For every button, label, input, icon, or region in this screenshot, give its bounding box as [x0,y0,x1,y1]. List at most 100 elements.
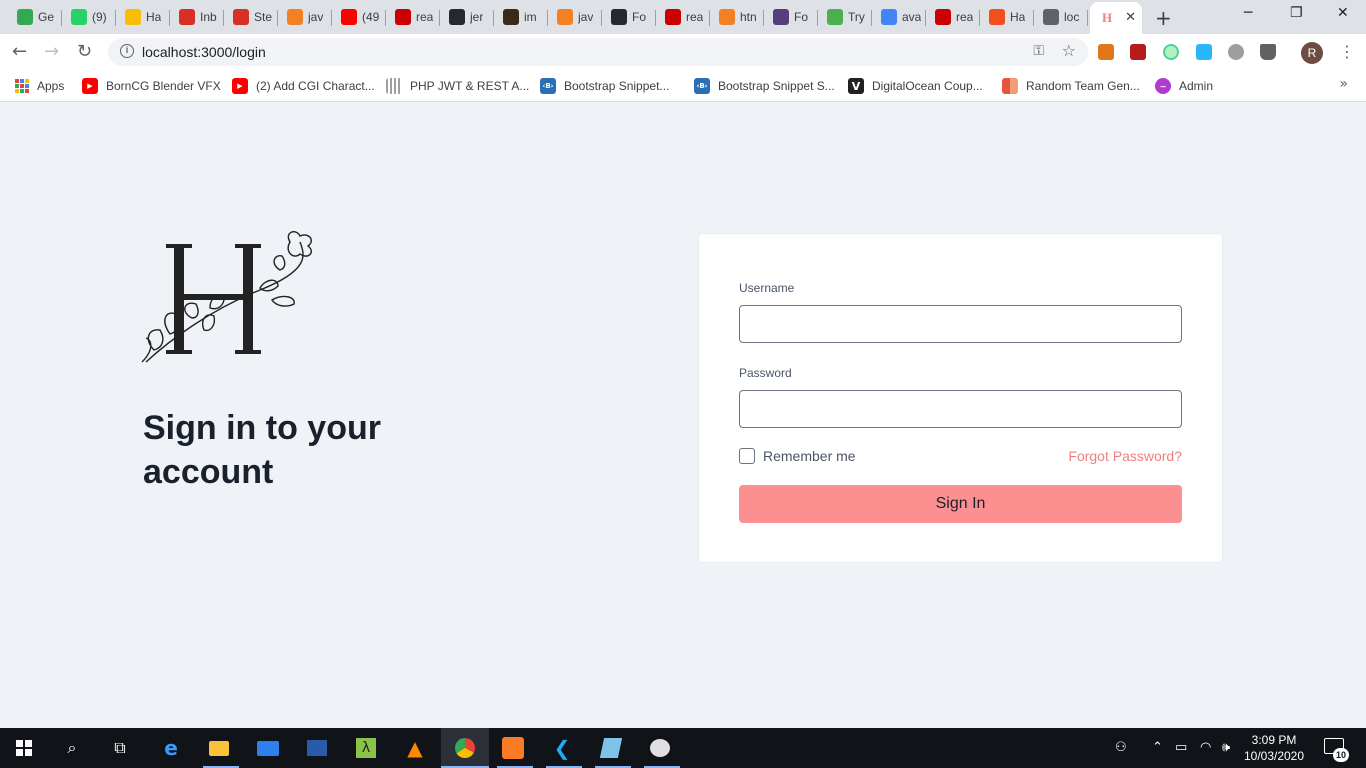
show-hidden-icons-chevron-icon[interactable]: ⌃ [1152,740,1163,755]
password-key-icon[interactable]: ⚿ [1033,43,1044,59]
browser-tab[interactable]: Ge [8,4,62,30]
metamask-extension-icon[interactable] [1098,44,1114,60]
npm-icon [665,9,681,25]
bookmark-label: BornCG Blender VFX [106,79,221,93]
vlc-icon[interactable]: ▲ [403,736,427,760]
chrome-icon[interactable] [453,736,477,760]
bookmarks-bar: Apps ▶ BornCG Blender VFX ▶ (2) Add CGI … [0,70,1366,102]
vscode-icon[interactable]: ❮ [550,736,574,760]
volume-icon[interactable]: 🕪 [1222,740,1230,755]
stackoverflow-icon [287,9,303,25]
tab-title: im [524,10,537,24]
remember-me-label[interactable]: Remember me [763,448,856,464]
bookmark-add-cgi[interactable]: ▶ (2) Add CGI Charact... [232,77,375,95]
mail-icon[interactable] [256,736,280,760]
address-bar-url[interactable]: localhost:3000/login [142,44,266,60]
browser-tab[interactable]: jav [278,4,332,30]
system-clock[interactable]: 3:09 PM 10/03/2020 [1240,732,1308,764]
browser-tab[interactable]: htn [710,4,764,30]
bookmark-bootstrap-snippet-1[interactable]: ‹B› Bootstrap Snippet... [540,77,669,95]
bookmark-admin[interactable]: ∼ Admin [1155,77,1213,95]
tab-title: Try [848,10,865,24]
close-window-icon[interactable]: ✕ [1337,5,1349,21]
browser-tab[interactable]: Ha [980,4,1034,30]
reload-icon[interactable]: ↻ [77,41,92,62]
bootstrap-snippet-icon: ‹B› [540,78,556,94]
windows-start-icon[interactable] [16,740,32,756]
bookmark-random-team[interactable]: Random Team Gen... [1002,77,1140,95]
page-title: Sign in to your account [143,409,381,491]
lambda-app-icon[interactable]: λ [354,736,378,760]
browser-tab[interactable]: jav [548,4,602,30]
login-page: Sign in to your account Username Passwor… [0,102,1366,728]
address-bar[interactable]: i localhost:3000/login ⚿ ☆ [108,38,1088,66]
bookmark-digitalocean[interactable]: V DigitalOcean Coup... [848,77,983,95]
restore-window-icon[interactable]: ❐ [1290,5,1303,21]
username-input[interactable] [739,305,1182,343]
battery-icon[interactable]: ▭ [1175,740,1187,755]
browser-menu-icon[interactable]: ⋮ [1339,42,1355,61]
github-icon [611,9,627,25]
youtube-icon: ▶ [232,78,248,94]
youtube-icon: ▶ [82,78,98,94]
notepad-icon[interactable] [599,736,623,760]
bookmark-label: Bootstrap Snippet... [564,79,670,93]
browser-tab[interactable]: Ha [116,4,170,30]
xampp-icon[interactable] [501,736,525,760]
tab-active-login[interactable]: H ✕ [1090,2,1142,34]
h-floral-logo-icon [141,231,312,363]
browser-toolbar: ← → ↻ i localhost:3000/login ⚿ ☆ R ⋮ [0,34,1366,70]
browser-tab[interactable]: Inb [170,4,224,30]
browser-tab[interactable]: im [494,4,548,30]
tab-title: rea [416,10,434,24]
random-team-icon [1002,78,1018,94]
bookmark-label: Bootstrap Snippet S... [718,79,835,93]
shield-extension-icon[interactable] [1228,44,1244,60]
bookmark-star-icon[interactable]: ☆ [1062,41,1076,60]
wifi-icon[interactable]: ◠ [1200,740,1211,755]
browser-tab[interactable]: rea [386,4,440,30]
browser-tab[interactable]: Ste [224,4,278,30]
browser-tab[interactable]: loc [1034,4,1088,30]
bookmark-apps[interactable]: Apps [15,77,64,95]
people-icon[interactable]: ⚇ [1115,740,1127,755]
paint-icon[interactable] [648,736,672,760]
globe-icon [1043,9,1059,25]
tab-title: (9) [92,10,107,24]
site-info-icon[interactable]: i [120,44,134,58]
back-arrow-icon[interactable]: ← [12,41,27,62]
forgot-password-link[interactable]: Forgot Password? [1068,448,1182,464]
browser-tab[interactable]: Try [818,4,872,30]
npm-icon [935,9,951,25]
edge-browser-icon[interactable]: e [159,736,183,760]
sign-in-button[interactable]: Sign In [739,485,1182,523]
extension-red-icon[interactable] [1130,44,1146,60]
search-icon[interactable]: ⌕ [60,736,84,760]
browser-tab[interactable]: (9) [62,4,116,30]
extension-cup-icon[interactable] [1260,44,1276,60]
more-bookmarks-icon[interactable]: » [1339,76,1348,92]
browser-tab[interactable]: Fo [602,4,656,30]
browser-tab[interactable]: (49 [332,4,386,30]
bookmark-borncg[interactable]: ▶ BornCG Blender VFX [82,77,221,95]
bookmark-bootstrap-snippet-2[interactable]: ‹B› Bootstrap Snippet S... [694,77,835,95]
forward-arrow-icon[interactable]: → [44,41,59,62]
extension-blue-icon[interactable] [1196,44,1212,60]
browser-tab[interactable]: rea [926,4,980,30]
browser-tab[interactable]: Fo [764,4,818,30]
browser-tab[interactable]: rea [656,4,710,30]
password-input[interactable] [739,390,1182,428]
new-tab-button[interactable]: + [1155,6,1172,30]
profile-avatar[interactable]: R [1301,42,1323,64]
file-explorer-icon[interactable] [207,736,231,760]
powershell-icon[interactable] [305,736,329,760]
minimize-window-icon[interactable]: ─ [1244,5,1252,21]
close-tab-icon[interactable]: ✕ [1125,10,1136,25]
remember-me-checkbox[interactable] [739,448,755,464]
task-view-icon[interactable]: ⧉ [108,736,132,760]
tab-title: htn [740,10,757,24]
browser-tab[interactable]: jer [440,4,494,30]
extension-circle-icon[interactable] [1163,44,1179,60]
bookmark-php-jwt[interactable]: PHP JWT & REST A... [386,77,529,95]
browser-tab[interactable]: ava [872,4,926,30]
